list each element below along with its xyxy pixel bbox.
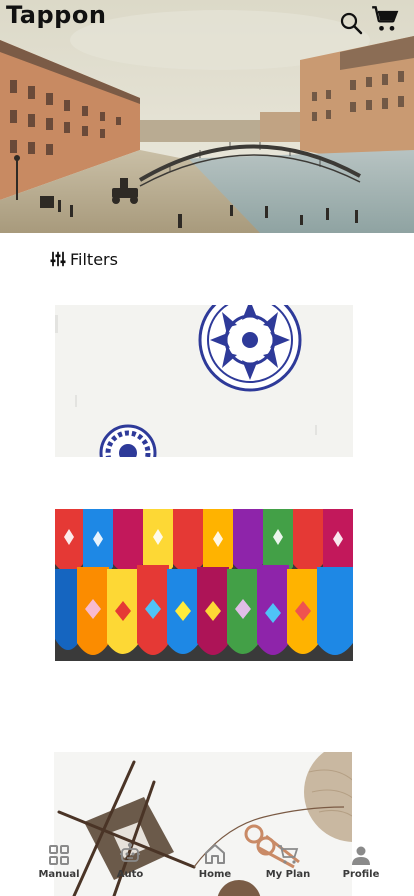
nav-item-manual[interactable]: Manual	[24, 836, 94, 896]
robot-icon	[120, 842, 140, 862]
product-card[interactable]	[55, 305, 353, 457]
cart-icon	[278, 845, 299, 864]
hero-banner: Tappon	[0, 0, 414, 233]
grid-icon	[49, 845, 69, 865]
bottom-nav: Manual Auto Home My Plan Profile	[0, 836, 414, 896]
nav-label-profile: Profile	[342, 869, 380, 880]
nav-label-home: Home	[198, 869, 232, 880]
user-icon	[352, 846, 370, 865]
home-icon	[205, 844, 225, 864]
sliders-icon	[50, 251, 66, 267]
filters-button[interactable]: Filters	[50, 248, 118, 270]
product-card[interactable]	[55, 509, 353, 661]
product-image	[55, 305, 353, 457]
nav-label-auto: Auto	[116, 869, 144, 880]
product-image	[55, 509, 353, 661]
search-icon	[340, 12, 363, 35]
app-brand: Tappon	[6, 1, 107, 29]
nav-label-manual: Manual	[38, 869, 80, 880]
nav-label-my-plan: My Plan	[265, 869, 311, 880]
nav-item-my-plan[interactable]: My Plan	[253, 836, 323, 896]
nav-item-profile[interactable]: Profile	[326, 836, 396, 896]
filters-label: Filters	[70, 249, 118, 269]
nav-item-auto[interactable]: Auto	[95, 836, 165, 896]
cart-icon	[372, 6, 399, 31]
search-button[interactable]	[336, 8, 366, 38]
nav-item-home[interactable]: Home	[180, 836, 250, 896]
cart-button[interactable]	[370, 4, 400, 34]
